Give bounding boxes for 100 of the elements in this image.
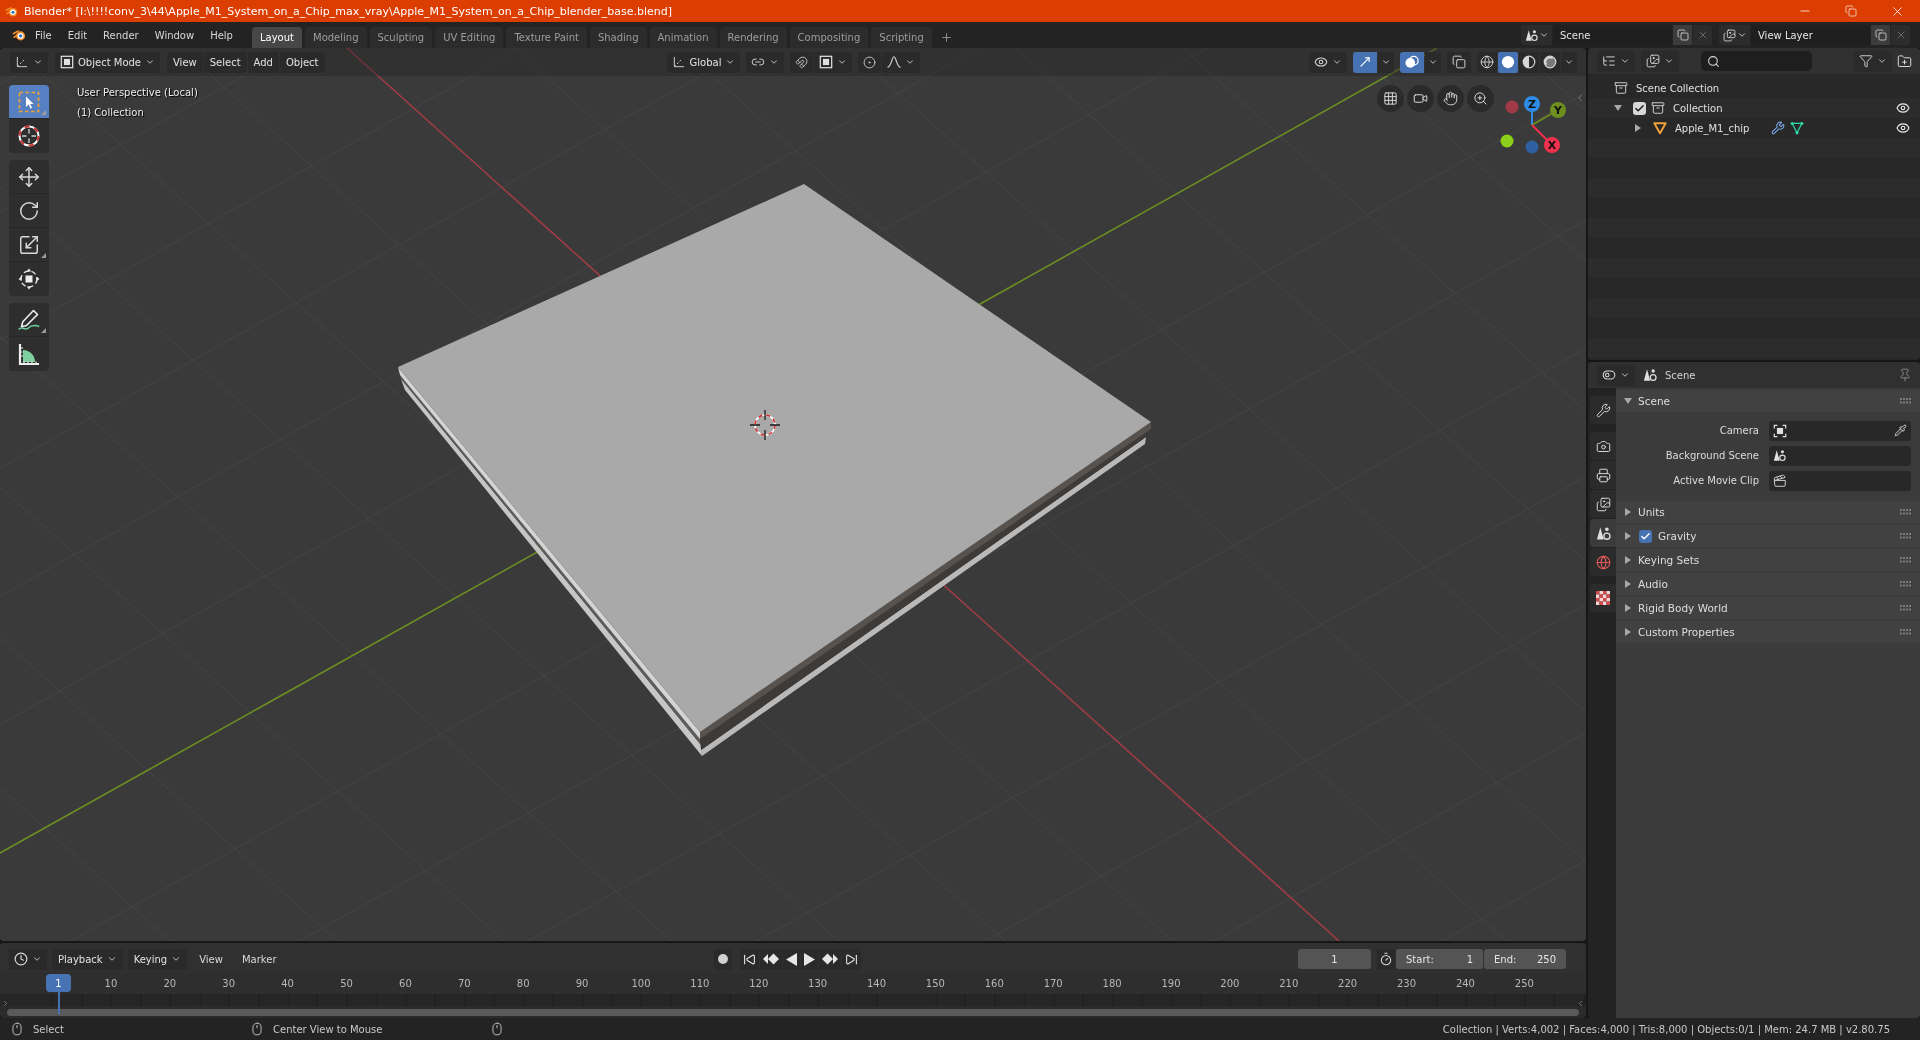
folder-plus-icon[interactable]: [1897, 53, 1912, 69]
workspace-tab[interactable]: UV Editing: [435, 27, 504, 48]
dropdown-button[interactable]: Playback: [52, 948, 123, 970]
current-frame-field[interactable]: 1: [1298, 949, 1371, 969]
menu-item[interactable]: Select: [203, 51, 247, 73]
previous-keyframe-button[interactable]: [760, 948, 782, 970]
camera-view-button[interactable]: [1407, 85, 1434, 112]
jump-to-start-button[interactable]: [740, 948, 759, 970]
app-logo-icon[interactable]: [12, 28, 26, 42]
start-frame-field[interactable]: Start: 1: [1396, 949, 1483, 969]
falloff-dropdown[interactable]: [882, 51, 921, 73]
menu-item[interactable]: View: [167, 51, 203, 73]
workspace-tab[interactable]: Animation: [649, 27, 717, 48]
duplicate-button[interactable]: [1673, 25, 1692, 45]
triangle-right-icon[interactable]: [1624, 628, 1632, 636]
caret-right-icon[interactable]: [1, 999, 10, 1008]
shading-mode-button[interactable]: [1477, 51, 1497, 73]
axis-dot-icon[interactable]: [1505, 100, 1519, 114]
pivot-dropdown[interactable]: [746, 51, 785, 73]
shading-mode-button[interactable]: [1519, 51, 1539, 73]
gizmo-toggle[interactable]: [1353, 51, 1377, 73]
triangle-down-icon[interactable]: [1614, 104, 1622, 112]
editor-type-button[interactable]: [9, 948, 47, 970]
next-keyframe-button[interactable]: [819, 948, 841, 970]
workspace-tab[interactable]: Texture Paint: [506, 27, 587, 48]
panel-header[interactable]: Keying Sets: [1616, 549, 1920, 571]
tool-button[interactable]: [9, 85, 49, 119]
remove-button[interactable]: [1891, 25, 1910, 45]
play-button[interactable]: [801, 948, 818, 970]
triangle-right-icon[interactable]: [1624, 532, 1632, 540]
scene-field[interactable]: Scene: [1553, 25, 1672, 45]
display-mode-dropdown[interactable]: [1641, 50, 1679, 72]
checkbox[interactable]: [1639, 529, 1652, 543]
workspace-tab[interactable]: Layout: [252, 27, 302, 48]
workspace-tab[interactable]: Shading: [589, 27, 647, 48]
editor-type-button[interactable]: [1597, 364, 1635, 386]
outliner-item[interactable]: Collection: [1673, 102, 1723, 114]
workspace-tab[interactable]: Sculpting: [369, 27, 433, 48]
menu-item[interactable]: Marker: [234, 949, 284, 969]
panel-header[interactable]: Units: [1616, 501, 1920, 523]
caret-left-icon[interactable]: [1576, 999, 1585, 1008]
triangle-right-icon[interactable]: [1624, 508, 1632, 516]
menu-item[interactable]: View: [192, 949, 230, 969]
panel-header[interactable]: Custom Properties: [1616, 621, 1920, 643]
perspective-toggle-button[interactable]: [1377, 85, 1404, 112]
shading-mode-button[interactable]: [1498, 51, 1518, 73]
tool-button[interactable]: [9, 119, 49, 153]
triangle-right-icon[interactable]: [1624, 580, 1632, 588]
duplicate-button[interactable]: [1871, 25, 1890, 45]
properties-tab[interactable]: [1590, 490, 1616, 518]
jump-to-end-button[interactable]: [842, 948, 861, 970]
pin-icon[interactable]: [1898, 368, 1912, 382]
visibility-dropdown[interactable]: [1309, 51, 1347, 73]
menu-item[interactable]: Render: [96, 25, 146, 45]
x-axis-handle[interactable]: X: [1531, 124, 1560, 153]
snap-toggle[interactable]: [790, 51, 814, 73]
editor-type-button[interactable]: [10, 51, 48, 73]
search-field[interactable]: [1701, 51, 1812, 71]
triangle-down-icon[interactable]: [1624, 397, 1632, 405]
properties-tab[interactable]: [1590, 461, 1616, 489]
eye-icon[interactable]: [1896, 121, 1910, 135]
tool-button[interactable]: [9, 228, 49, 262]
workspace-tab[interactable]: Scripting: [871, 27, 932, 48]
tool-button[interactable]: [9, 160, 49, 194]
zoom-button[interactable]: [1467, 85, 1494, 112]
play-reverse-button[interactable]: [783, 948, 800, 970]
properties-tab[interactable]: [1590, 519, 1616, 547]
panel-header[interactable]: Scene: [1616, 390, 1920, 412]
orientation-dropdown[interactable]: Global: [666, 51, 741, 73]
playhead[interactable]: 1: [46, 974, 71, 1014]
workspace-tab[interactable]: Rendering: [719, 27, 787, 48]
pan-button[interactable]: [1437, 85, 1464, 112]
axis-dot-icon[interactable]: [1525, 140, 1539, 154]
mode-dropdown[interactable]: Object Mode: [55, 51, 160, 73]
xray-toggle[interactable]: [1447, 51, 1471, 73]
filter-dropdown[interactable]: [1854, 50, 1892, 72]
properties-tab[interactable]: [1590, 396, 1616, 424]
plus-icon[interactable]: [939, 31, 953, 44]
scrollbar-thumb[interactable]: [7, 1008, 1579, 1016]
cursor-crosshair-icon[interactable]: [749, 409, 781, 441]
menu-item[interactable]: Add: [247, 51, 279, 73]
movie-clip-field[interactable]: [1769, 470, 1911, 491]
axis-dot-icon[interactable]: [1500, 134, 1514, 148]
menu-item[interactable]: Edit: [60, 25, 95, 45]
properties-tab[interactable]: [1590, 432, 1616, 460]
checkbox[interactable]: [1633, 101, 1646, 115]
outliner-item[interactable]: Scene Collection: [1636, 82, 1720, 94]
menu-item[interactable]: File: [28, 25, 59, 45]
remove-button[interactable]: [1693, 25, 1712, 45]
record-button[interactable]: [714, 948, 732, 970]
menu-item[interactable]: Help: [203, 25, 240, 45]
tool-button[interactable]: [9, 262, 49, 296]
panel-header[interactable]: Rigid Body World: [1616, 597, 1920, 619]
view-layer-field[interactable]: View Layer: [1751, 25, 1870, 45]
eye-icon[interactable]: [1896, 101, 1910, 115]
tool-button[interactable]: [9, 337, 49, 371]
camera-field[interactable]: [1769, 420, 1911, 441]
tool-button[interactable]: [9, 194, 49, 228]
background-scene-field[interactable]: [1769, 445, 1911, 466]
workspace-tab[interactable]: Compositing: [789, 27, 869, 48]
